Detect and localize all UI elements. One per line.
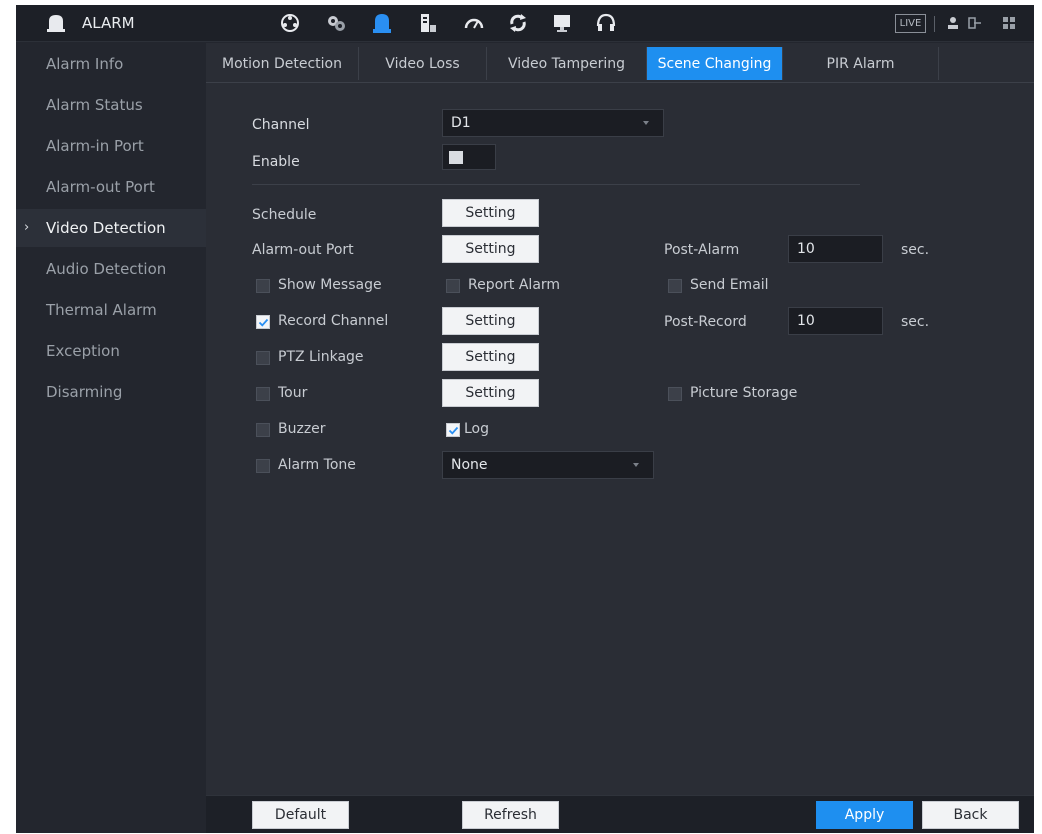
record-channel-setting-button[interactable]: Setting	[442, 307, 539, 335]
bottom-bar: Default Refresh Apply Back	[206, 795, 1034, 833]
storage-icon[interactable]	[416, 11, 440, 35]
post-alarm-input[interactable]: 10	[788, 235, 883, 263]
sidebar-item-label: Exception	[46, 342, 120, 360]
schedule-label: Schedule	[252, 207, 317, 223]
tour-checkbox[interactable]	[256, 387, 270, 401]
ptz-linkage-checkbox[interactable]	[256, 351, 270, 365]
alarm-out-setting-button[interactable]: Setting	[442, 235, 539, 263]
send-email-label: Send Email	[690, 277, 769, 293]
default-button[interactable]: Default	[252, 801, 349, 829]
channel-value: D1	[451, 115, 471, 131]
apply-button[interactable]: Apply	[816, 801, 913, 829]
headset-icon[interactable]	[594, 11, 618, 35]
toggle-knob	[449, 151, 463, 164]
tab-pir-alarm[interactable]: PIR Alarm	[783, 47, 939, 80]
back-button[interactable]: Back	[922, 801, 1019, 829]
tab-video-loss[interactable]: Video Loss	[359, 47, 487, 80]
separator	[934, 16, 935, 32]
gear-cluster-icon[interactable]	[324, 11, 348, 35]
record-channel-checkbox[interactable]	[256, 315, 270, 329]
chevron-down-icon	[643, 121, 649, 125]
tab-video-tampering[interactable]: Video Tampering	[487, 47, 647, 80]
sidebar-item-label: Alarm-out Port	[46, 178, 155, 196]
show-message-checkbox[interactable]	[256, 279, 270, 293]
post-record-input[interactable]: 10	[788, 307, 883, 335]
chevron-down-icon	[633, 463, 639, 467]
ptz-setting-button[interactable]: Setting	[442, 343, 539, 371]
alarm-tone-value: None	[451, 457, 488, 473]
channel-select[interactable]: D1	[442, 109, 664, 137]
picture-storage-label: Picture Storage	[690, 385, 798, 401]
grid-icon[interactable]	[1002, 16, 1016, 30]
check-icon	[448, 426, 459, 435]
buzzer-checkbox[interactable]	[256, 423, 270, 437]
sidebar-item-label: Video Detection	[46, 219, 166, 237]
tour-label: Tour	[278, 385, 308, 401]
record-channel-label: Record Channel	[278, 313, 389, 329]
live-button[interactable]: LIVE	[895, 14, 926, 33]
refresh-button[interactable]: Refresh	[462, 801, 559, 829]
sidebar-item-alarm-in-port[interactable]: Alarm-in Port	[16, 127, 206, 165]
alarm-bell-icon[interactable]	[370, 11, 394, 35]
sidebar-item-alarm-out-port[interactable]: Alarm-out Port	[16, 168, 206, 206]
sidebar-item-alarm-info[interactable]: Alarm Info	[16, 45, 206, 83]
sidebar-item-label: Alarm Info	[46, 55, 124, 73]
send-email-checkbox[interactable]	[668, 279, 682, 293]
sidebar: Alarm Info Alarm Status Alarm-in Port Al…	[16, 43, 206, 833]
speedometer-icon[interactable]	[462, 11, 486, 35]
post-record-label: Post-Record	[664, 314, 747, 330]
alarm-tone-select[interactable]: None	[442, 451, 654, 479]
schedule-setting-button[interactable]: Setting	[442, 199, 539, 227]
alarm-bell-icon	[47, 15, 65, 32]
camera-network-icon[interactable]	[278, 11, 302, 35]
sidebar-item-label: Audio Detection	[46, 260, 167, 278]
picture-storage-checkbox[interactable]	[668, 387, 682, 401]
tab-scene-changing[interactable]: Scene Changing	[647, 47, 783, 80]
sidebar-item-label: Thermal Alarm	[46, 301, 157, 319]
refresh-icon[interactable]	[506, 11, 530, 35]
alarm-tone-checkbox[interactable]	[256, 459, 270, 473]
check-icon	[258, 318, 269, 327]
tour-setting-button[interactable]: Setting	[442, 379, 539, 407]
main-panel: Motion Detection Video Loss Video Tamper…	[206, 43, 1034, 833]
sidebar-item-video-detection[interactable]: › Video Detection	[16, 209, 206, 247]
sidebar-item-exception[interactable]: Exception	[16, 332, 206, 370]
user-icon[interactable]	[946, 16, 960, 30]
report-alarm-label: Report Alarm	[468, 277, 561, 293]
chevron-right-icon: ›	[24, 220, 30, 235]
sidebar-item-thermal-alarm[interactable]: Thermal Alarm	[16, 291, 206, 329]
log-checkbox[interactable]	[446, 423, 460, 437]
top-bar: ALARM LIVE	[16, 5, 1034, 42]
post-alarm-unit: sec.	[901, 242, 930, 258]
alarm-tone-label: Alarm Tone	[278, 457, 356, 473]
enable-toggle[interactable]	[442, 144, 496, 170]
enable-label: Enable	[252, 154, 300, 170]
display-icon[interactable]	[550, 11, 574, 35]
log-label: Log	[464, 421, 490, 437]
post-record-unit: sec.	[901, 314, 930, 330]
post-alarm-label: Post-Alarm	[664, 242, 740, 258]
sidebar-item-label: Alarm-in Port	[46, 137, 144, 155]
report-alarm-checkbox[interactable]	[446, 279, 460, 293]
sidebar-item-alarm-status[interactable]: Alarm Status	[16, 86, 206, 124]
alarm-out-port-label: Alarm-out Port	[252, 242, 354, 258]
sidebar-item-label: Disarming	[46, 383, 123, 401]
tab-motion-detection[interactable]: Motion Detection	[206, 47, 359, 80]
sidebar-item-disarming[interactable]: Disarming	[16, 373, 206, 411]
alarm-window: ALARM LIVE Alarm Info Alarm Status Alarm…	[16, 5, 1034, 833]
ptz-linkage-label: PTZ Linkage	[278, 349, 364, 365]
logout-icon[interactable]	[968, 16, 982, 30]
tab-bar: Motion Detection Video Loss Video Tamper…	[206, 43, 1034, 83]
sidebar-item-label: Alarm Status	[46, 96, 143, 114]
show-message-label: Show Message	[278, 277, 382, 293]
channel-label: Channel	[252, 117, 310, 133]
page-title: ALARM	[82, 14, 135, 32]
divider	[252, 184, 860, 185]
buzzer-label: Buzzer	[278, 421, 326, 437]
sidebar-item-audio-detection[interactable]: Audio Detection	[16, 250, 206, 288]
